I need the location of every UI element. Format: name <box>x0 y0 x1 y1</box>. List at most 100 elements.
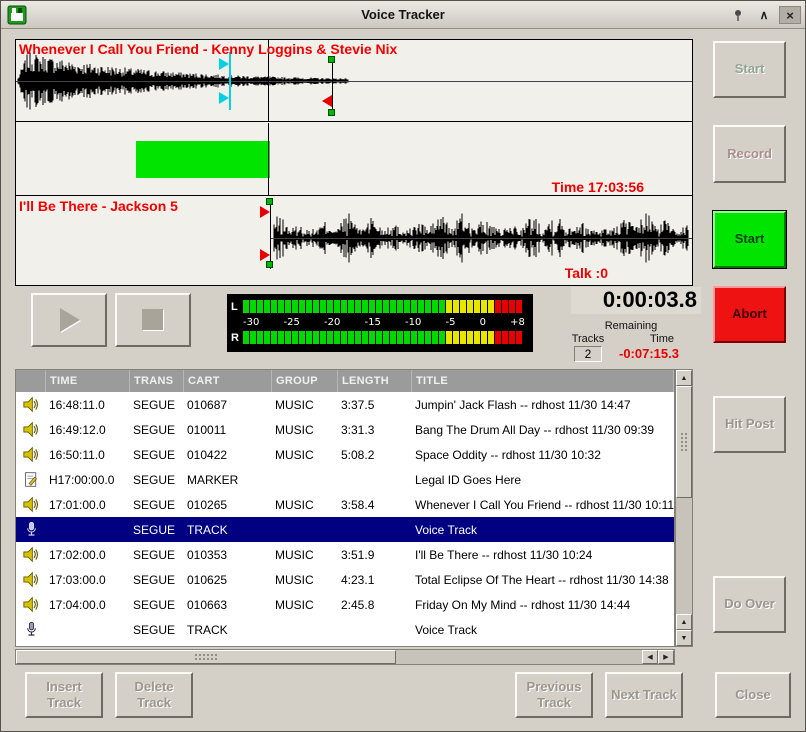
log-row[interactable]: SEGUETRACKVoice Track <box>16 517 674 542</box>
cell-title: Friday On My Mind -- rdhost 11/30 14:44 <box>412 592 674 617</box>
voice-tracker-window: Voice Tracker ∧ × Whenever I Call You Fr… <box>0 0 806 732</box>
vertical-scrollbar[interactable]: ▲ ▲ ▼ <box>675 369 693 647</box>
do-over-button[interactable]: Do Over <box>713 576 786 633</box>
stop-button[interactable] <box>115 293 191 347</box>
meter-scale-tick: -10 <box>405 317 421 328</box>
meter-scale-tick: -15 <box>365 317 381 328</box>
pin-icon[interactable] <box>727 6 749 24</box>
segue-marker-line[interactable] <box>229 52 231 110</box>
log-header-time[interactable]: TIME <box>46 370 130 392</box>
start-marker-handle-bottom[interactable] <box>266 261 273 268</box>
speaker-icon <box>16 417 46 442</box>
meter-segment <box>271 331 277 344</box>
cell-title: Total Eclipse Of The Heart -- rdhost 11/… <box>412 567 674 592</box>
log-header-cart[interactable]: CART <box>184 370 272 392</box>
previous-track-button[interactable]: Previous Track <box>515 672 593 718</box>
log-row[interactable]: 16:50:11.0SEGUE010422MUSIC5:08.2Space Od… <box>16 442 674 467</box>
marker-icon <box>16 467 46 492</box>
next-song-track[interactable]: I'll Be There - Jackson 5 Talk :0 <box>16 197 692 285</box>
log-header: TIMETRANSCARTGROUPLENGTHTITLE <box>16 370 674 392</box>
meter-segment <box>390 331 396 344</box>
meter-segment <box>474 300 480 313</box>
fadeup-marker-arrow-top[interactable] <box>260 206 270 218</box>
tracks-remaining-value: 2 <box>574 346 602 362</box>
log-header-icon[interactable] <box>16 370 46 392</box>
log-row[interactable]: 17:01:00.0SEGUE010265MUSIC3:58.4Whenever… <box>16 492 674 517</box>
log-header-length[interactable]: LENGTH <box>338 370 412 392</box>
scroll-left-icon[interactable]: ◀ <box>642 650 658 664</box>
scrollbar-corner <box>675 649 693 665</box>
log-row[interactable]: 16:48:11.0SEGUE010687MUSIC3:37.5Jumpin' … <box>16 392 674 417</box>
titlebar[interactable]: Voice Tracker ∧ × <box>1 1 805 29</box>
log-row[interactable]: SEGUETRACKVoice Track <box>16 617 674 642</box>
meter-segment <box>243 300 249 313</box>
cell-trans: SEGUE <box>130 567 184 592</box>
meter-segment <box>495 331 501 344</box>
delete-track-button[interactable]: Delete Track <box>115 672 193 718</box>
log-row[interactable]: 17:03:00.0SEGUE010625MUSIC4:23.1Total Ec… <box>16 567 674 592</box>
log-row[interactable]: 17:02:00.0SEGUE010353MUSIC3:51.9I'll Be … <box>16 542 674 567</box>
cell-time: 16:48:11.0 <box>46 392 130 417</box>
scroll-down-icon[interactable]: ▼ <box>676 630 692 646</box>
end-marker-handle-bottom[interactable] <box>328 109 335 116</box>
hit-post-button[interactable]: Hit Post <box>713 396 786 453</box>
log-row[interactable]: 16:49:12.0SEGUE010011MUSIC3:31.3Bang The… <box>16 417 674 442</box>
next-track-button[interactable]: Next Track <box>605 672 683 718</box>
vertical-scroll-thumb[interactable] <box>676 386 692 498</box>
horizontal-scrollbar[interactable]: ◀ ▶ <box>15 649 675 665</box>
log-header-title[interactable]: TITLE <box>412 370 674 392</box>
cell-time <box>46 517 130 542</box>
scroll-right-icon[interactable]: ▶ <box>658 650 674 664</box>
log-list[interactable]: TIMETRANSCARTGROUPLENGTHTITLE 16:48:11.0… <box>15 369 675 647</box>
record-button[interactable]: Record <box>713 125 786 183</box>
meter-segment <box>292 300 298 313</box>
log-row[interactable]: 17:04:00.0SEGUE010663MUSIC2:45.8Friday O… <box>16 592 674 617</box>
voice-track-region[interactable] <box>136 141 270 178</box>
meter-segment <box>481 300 487 313</box>
log-header-group[interactable]: GROUP <box>272 370 338 392</box>
voice-track-lane[interactable]: Time 17:03:56 <box>16 123 692 196</box>
meter-segment <box>467 300 473 313</box>
cell-title: Voice Track <box>412 517 674 542</box>
shade-icon[interactable]: ∧ <box>753 6 775 24</box>
log-row[interactable]: H17:00:00.0SEGUEMARKERLegal ID Goes Here <box>16 467 674 492</box>
cell-cart: TRACK <box>184 517 272 542</box>
speaker-icon <box>16 392 46 417</box>
end-marker-handle-top[interactable] <box>328 56 335 63</box>
log-table: TIMETRANSCARTGROUPLENGTHTITLE 16:48:11.0… <box>15 369 693 665</box>
start-marker-line[interactable] <box>270 198 271 269</box>
log-header-trans[interactable]: TRANS <box>130 370 184 392</box>
tracks-label: Tracks <box>557 333 619 345</box>
close-icon[interactable]: × <box>779 6 801 24</box>
cell-time: 17:02:00.0 <box>46 542 130 567</box>
play-button[interactable] <box>31 293 107 347</box>
log-body: 16:48:11.0SEGUE010687MUSIC3:37.5Jumpin' … <box>16 392 674 642</box>
cell-length <box>338 467 412 492</box>
previous-song-track[interactable]: Whenever I Call You Friend - Kenny Loggi… <box>16 40 692 122</box>
cell-cart: 010687 <box>184 392 272 417</box>
cell-title: Legal ID Goes Here <box>412 467 674 492</box>
scroll-up2-icon[interactable]: ▲ <box>676 614 692 630</box>
fade-marker-arrow[interactable] <box>322 95 332 107</box>
meter-segment <box>243 331 249 344</box>
horizontal-scroll-thumb[interactable] <box>16 650 396 664</box>
segue-marker-arrow-bottom[interactable] <box>219 92 229 104</box>
cell-group: MUSIC <box>272 392 338 417</box>
scroll-up-icon[interactable]: ▲ <box>676 370 692 386</box>
cell-trans: SEGUE <box>130 467 184 492</box>
cell-time: 17:04:00.0 <box>46 592 130 617</box>
meter-left-label: L <box>231 301 243 313</box>
end-marker-line[interactable] <box>332 56 333 116</box>
start-track3-button[interactable]: Start <box>713 211 786 268</box>
insert-track-button[interactable]: Insert Track <box>25 672 103 718</box>
segue-marker-arrow-top[interactable] <box>219 58 229 70</box>
abort-button[interactable]: Abort <box>713 286 786 343</box>
start-marker-handle-top[interactable] <box>266 198 273 205</box>
meter-segment <box>369 331 375 344</box>
meter-segment <box>488 331 494 344</box>
fadeup-marker-arrow-bottom[interactable] <box>260 249 270 261</box>
meter-segment <box>439 331 445 344</box>
start-track1-button[interactable]: Start <box>713 41 786 98</box>
meter-segment <box>278 300 284 313</box>
close-button[interactable]: Close <box>715 672 791 718</box>
